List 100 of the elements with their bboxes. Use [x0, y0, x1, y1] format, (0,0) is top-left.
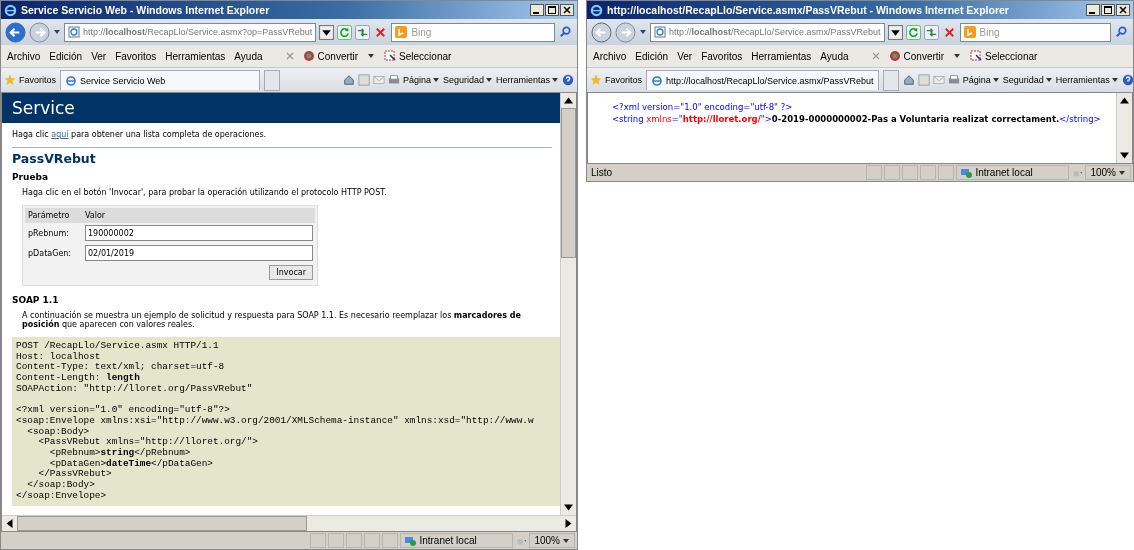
- star-icon: [4, 74, 16, 86]
- menu-item[interactable]: Archivo: [593, 50, 627, 62]
- menu-item[interactable]: Ver: [91, 50, 107, 62]
- code-line: <pDataGen>dateTime</pDataGen>: [48, 458, 214, 469]
- search-icon[interactable]: [558, 24, 573, 40]
- menu-item[interactable]: Edición: [635, 50, 669, 62]
- home-icon[interactable]: [902, 74, 915, 86]
- caret-icon: [1118, 168, 1126, 177]
- code-line: Host: localhost: [16, 351, 102, 362]
- status-panel: [346, 533, 363, 548]
- vertical-scrollbar[interactable]: [560, 93, 576, 515]
- code-line: <PassVRebut xmlns="http://lloret.org/">: [37, 437, 259, 448]
- forward-icon[interactable]: [29, 21, 50, 43]
- command-menu[interactable]: Seguridad: [1002, 75, 1053, 85]
- select-button[interactable]: Seleccionar: [384, 50, 452, 62]
- help-icon[interactable]: [562, 74, 574, 86]
- status-panel: [938, 165, 955, 180]
- code-line: </soap:Body>: [26, 480, 96, 491]
- command-menu[interactable]: Seguridad: [442, 75, 493, 85]
- zoom-level[interactable]: 100%: [529, 533, 575, 548]
- back-icon[interactable]: [591, 21, 612, 43]
- intro-text: Haga clic aquí para obtener una lista completa de operaciones.: [12, 130, 268, 139]
- refresh-icon[interactable]: [337, 24, 353, 40]
- star-icon: [590, 74, 602, 86]
- page-icon: [651, 74, 663, 87]
- refresh-icon[interactable]: [905, 24, 921, 40]
- menu-item[interactable]: Herramientas: [165, 50, 226, 62]
- horizontal-scrollbar[interactable]: [2, 515, 576, 531]
- favorites-button[interactable]: Favoritos: [590, 74, 642, 86]
- section-heading: Prueba: [12, 172, 50, 182]
- menu-item[interactable]: Herramientas: [751, 50, 812, 62]
- browser-logo-icon: [590, 3, 603, 17]
- security-zone[interactable]: Intranet local: [400, 533, 514, 548]
- operations-link[interactable]: aquí: [51, 130, 69, 139]
- convert-button[interactable]: Convertir: [302, 50, 359, 62]
- command-menu[interactable]: Herramientas: [1055, 75, 1119, 85]
- status-text: Listo: [590, 167, 613, 178]
- parameter-input[interactable]: 02/01/2019: [85, 245, 313, 261]
- operation-heading: PassVRebut: [12, 151, 97, 166]
- status-panel: [884, 165, 901, 180]
- dropdown-icon[interactable]: [887, 24, 903, 40]
- code-line: <soap:Body>: [26, 426, 91, 437]
- favorites-button[interactable]: Favoritos: [4, 74, 56, 86]
- dropdown-icon[interactable]: [319, 24, 335, 40]
- dropdown-caret-icon[interactable]: [953, 52, 962, 60]
- help-icon[interactable]: [1121, 74, 1133, 86]
- menu-item[interactable]: Ayuda: [820, 50, 849, 62]
- maximize-icon[interactable]: [545, 4, 559, 16]
- page-banner: Service: [2, 93, 560, 123]
- caret-icon: [1044, 76, 1053, 84]
- print-icon[interactable]: [387, 74, 400, 86]
- print-icon[interactable]: [947, 74, 960, 86]
- status-panel: [382, 533, 399, 548]
- menu-item[interactable]: Ayuda: [234, 50, 263, 62]
- minimize-icon[interactable]: [530, 4, 544, 16]
- vertical-scrollbar[interactable]: [1116, 93, 1132, 163]
- dropdown-caret-icon[interactable]: [53, 28, 61, 36]
- close-icon[interactable]: [560, 4, 574, 16]
- caret-icon: [1110, 76, 1119, 84]
- security-zone[interactable]: Intranet local: [956, 165, 1070, 180]
- dropdown-caret-icon[interactable]: [639, 28, 647, 36]
- scroll-thumb[interactable]: [561, 108, 576, 258]
- status-panel: [902, 165, 919, 180]
- zoom-level[interactable]: 100%: [1085, 165, 1131, 180]
- select-button[interactable]: Seleccionar: [970, 50, 1038, 62]
- caret-icon: [551, 76, 559, 84]
- menu-item[interactable]: Favoritos: [701, 50, 743, 62]
- back-icon[interactable]: [5, 21, 26, 43]
- browser-tab[interactable]: Service Servicio Web: [60, 70, 260, 90]
- dropdown-caret-icon[interactable]: [367, 52, 376, 60]
- command-menu[interactable]: Página: [402, 75, 440, 85]
- xml-line: <string xmlns="http://lloret.org/">0-2019-0000000002-Pas a Voluntaria realizat correctament.</string>: [612, 113, 1102, 125]
- menu-item[interactable]: Edición: [49, 50, 83, 62]
- scroll-thumb[interactable]: [17, 516, 307, 531]
- home-icon[interactable]: [342, 74, 355, 86]
- command-menu[interactable]: Herramientas: [495, 75, 559, 85]
- address-field[interactable]: http://localhost/RecapLlo/Service.asmx/PassVRebut: [650, 22, 885, 42]
- close-icon[interactable]: [1116, 4, 1130, 16]
- search-icon[interactable]: [1114, 24, 1129, 40]
- invoke-button[interactable]: Invocar: [269, 265, 313, 280]
- compatibility-icon[interactable]: [923, 24, 939, 40]
- maximize-icon[interactable]: [1101, 4, 1115, 16]
- description-text: A continuación se muestra un ejemplo de solicitud y respuesta para SOAP 1.1. Es necesario reemplazar los marcadores de posición que aparecen con valores reales.: [22, 311, 522, 329]
- status-panel: [866, 165, 883, 180]
- caret-icon: [562, 536, 570, 545]
- search-provider-icon: [395, 26, 408, 38]
- parameter-label: pDataGen:: [27, 248, 73, 258]
- column-header: Valor: [84, 211, 106, 220]
- command-menu[interactable]: Página: [962, 75, 1000, 85]
- menu-item[interactable]: Ver: [677, 50, 693, 62]
- code-line: <pRebnum>string</pRebnum>: [48, 448, 192, 459]
- browser-tab[interactable]: http://localhost/RecapLlo/Service.asmx/PassVRebut: [646, 70, 879, 90]
- parameter-input[interactable]: 190000002: [85, 225, 313, 241]
- menu-item[interactable]: Favoritos: [115, 50, 157, 62]
- minimize-icon[interactable]: [1086, 4, 1100, 16]
- forward-icon[interactable]: [615, 21, 636, 43]
- address-field[interactable]: http://localhost/RecapLlo/Service.asmx?op=PassVRebut: [64, 22, 317, 42]
- menu-item[interactable]: Archivo: [7, 50, 41, 62]
- convert-button[interactable]: Convertir: [888, 50, 945, 62]
- compatibility-icon[interactable]: [355, 24, 371, 40]
